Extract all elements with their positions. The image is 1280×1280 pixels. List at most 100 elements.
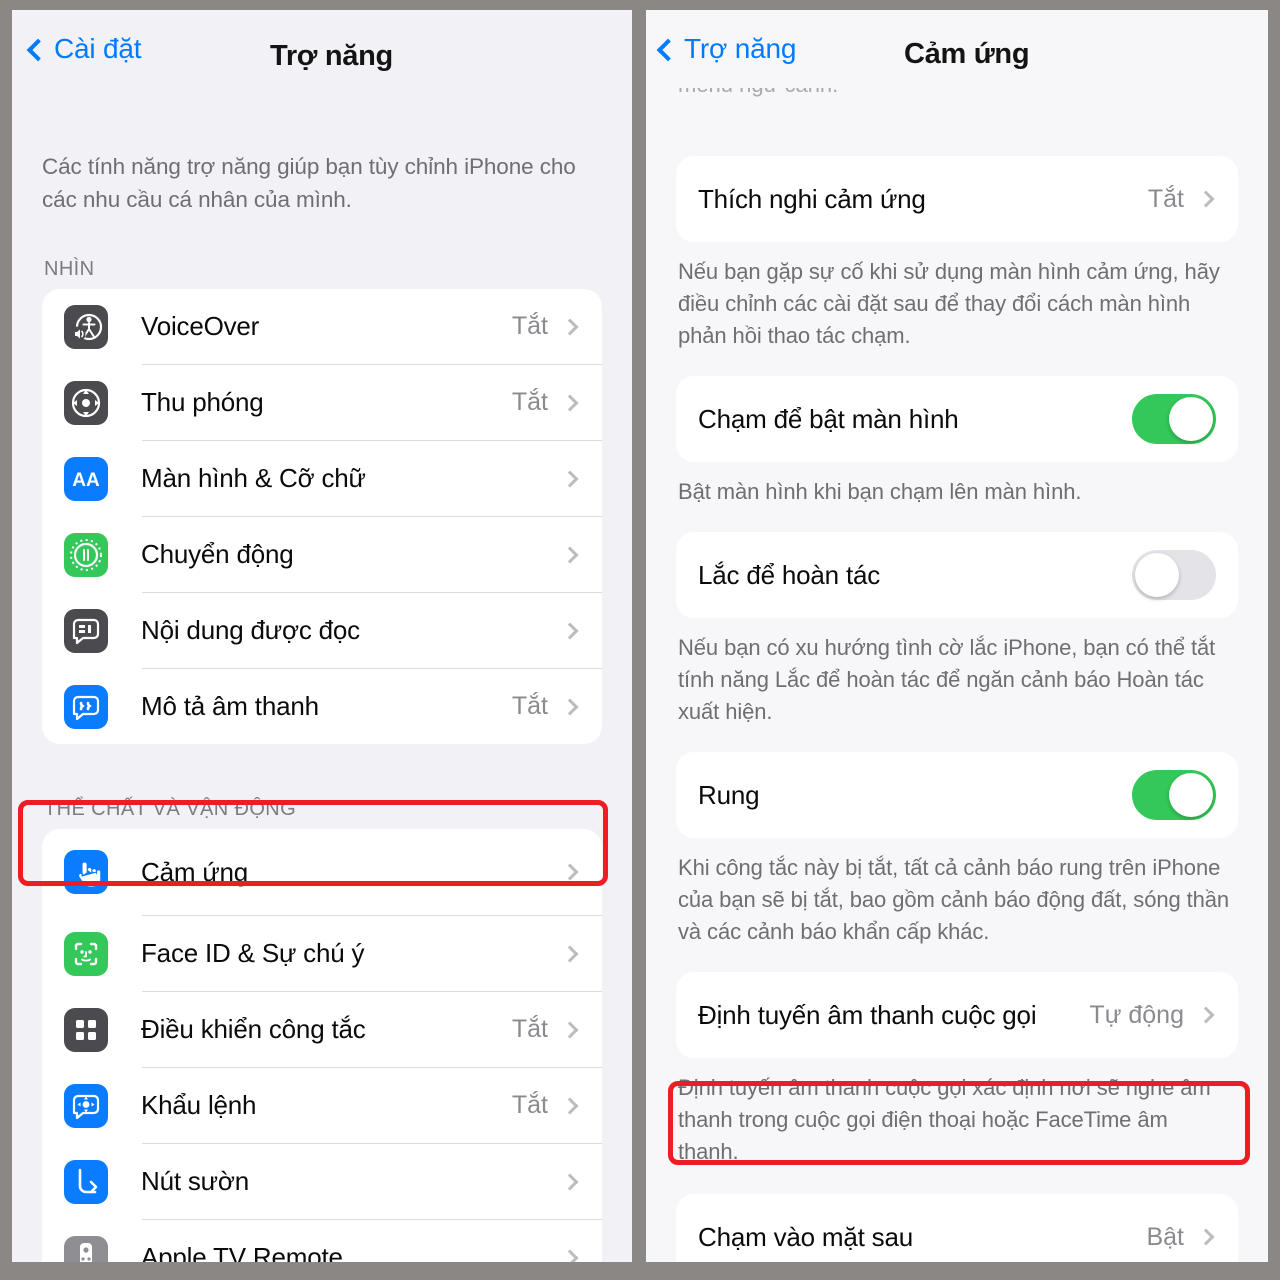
row-cham-de-bat-man-hinh[interactable]: Chạm để bật màn hình xyxy=(676,376,1238,462)
left-scroll-area[interactable]: Các tính năng trợ năng giúp bạn tùy chỉn… xyxy=(12,88,632,1262)
chevron-right-icon xyxy=(561,318,579,335)
chevron-right-icon xyxy=(561,1097,579,1114)
row-value: Tắt xyxy=(511,692,548,720)
toggle-knob xyxy=(1169,397,1213,441)
section-header-vision: NHÌN xyxy=(44,258,95,280)
sidebar-item-label: Chuyển động xyxy=(141,539,294,569)
right-navbar: Trợ năng Cảm ứng xyxy=(646,10,1268,88)
toggle-rung[interactable] xyxy=(1132,770,1216,820)
right-scroll-area[interactable]: menu ngữ cảnh. Thích nghi cảm ứng Tắt Nế… xyxy=(646,88,1268,1262)
back-button-label: Trợ năng xyxy=(684,33,797,64)
row-rung[interactable]: Rung xyxy=(676,752,1238,838)
accessibility-settings-panel: Cài đặt Trợ năng Các tính năng trợ năng … xyxy=(12,10,632,1262)
footnote-rung: Khi công tắc này bị tắt, tất cả cảnh báo… xyxy=(678,855,1230,944)
sidebar-item-side-button[interactable]: Nút sườn xyxy=(42,1144,602,1219)
assistive-touch-card: Thích nghi cảm ứng Tắt xyxy=(676,156,1238,242)
chevron-left-icon xyxy=(26,38,50,61)
vision-settings-card: VoiceOver Tắt Thu phóng Tắt AA Màn hình … xyxy=(42,289,602,744)
sidebar-item-spoken-content[interactable]: Nội dung được đọc xyxy=(42,593,602,668)
voiceover-icon xyxy=(64,304,108,349)
chevron-right-icon xyxy=(1197,1006,1215,1024)
spoken-content-icon xyxy=(64,608,108,653)
back-button-settings[interactable]: Cài đặt xyxy=(26,33,142,65)
row-value: Tắt xyxy=(511,1091,548,1119)
row-thich-nghi-cam-ung[interactable]: Thích nghi cảm ứng Tắt xyxy=(676,156,1238,242)
row-lac-de-hoan-tac[interactable]: Lắc để hoàn tác xyxy=(676,532,1238,618)
motion-icon xyxy=(64,532,108,577)
row-value: Tắt xyxy=(511,388,548,416)
footnote-dinh-tuyen-am-thanh: Định tuyến âm thanh cuộc gọi xác định nơ… xyxy=(678,1075,1211,1164)
chevron-right-icon xyxy=(1197,1228,1215,1246)
physical-motor-settings-card: Cảm ứng Face ID & Sự chú ý Điều khiển cô… xyxy=(42,829,602,1262)
touch-settings-panel: Trợ năng Cảm ứng menu ngữ cảnh. Thích ng… xyxy=(646,10,1268,1262)
chevron-right-icon xyxy=(561,470,579,487)
screenshot-stage: Cài đặt Trợ năng Các tính năng trợ năng … xyxy=(0,0,1280,1280)
accessibility-intro-text: Các tính năng trợ năng giúp bạn tùy chỉn… xyxy=(42,154,576,212)
chevron-right-icon xyxy=(561,1021,579,1038)
row-label: Rung xyxy=(698,779,760,810)
sidebar-item-voiceover[interactable]: VoiceOver Tắt xyxy=(42,289,602,364)
apple-tv-remote-icon xyxy=(64,1235,108,1262)
row-value: Tắt xyxy=(1147,184,1184,213)
audio-description-icon xyxy=(64,684,108,729)
sidebar-item-audio-description[interactable]: Mô tả âm thanh Tắt xyxy=(42,669,602,744)
back-button-accessibility[interactable]: Trợ năng xyxy=(656,33,797,65)
svg-text:AA: AA xyxy=(72,470,100,491)
row-label: Định tuyến âm thanh cuộc gọi xyxy=(698,999,1037,1030)
chevron-left-icon xyxy=(656,38,680,61)
page-title: Trợ năng xyxy=(270,40,393,72)
row-cham-vao-mat-sau[interactable]: Chạm vào mặt sau Bật xyxy=(676,1194,1238,1262)
sidebar-item-label: Apple TV Remote xyxy=(141,1242,343,1262)
chevron-right-icon xyxy=(561,1249,579,1262)
sidebar-item-label: Face ID & Sự chú ý xyxy=(141,938,365,968)
left-navbar: Cài đặt Trợ năng xyxy=(12,10,632,88)
sidebar-item-label: Cảm ứng xyxy=(141,856,249,887)
shake-to-undo-card: Lắc để hoàn tác xyxy=(676,532,1238,618)
footnote-thich-nghi-cam-ung: Nếu bạn gặp sự cố khi sử dụng màn hình c… xyxy=(678,259,1220,348)
sidebar-item-switch-control[interactable]: Điều khiển công tắc Tắt xyxy=(42,992,602,1067)
touch-icon xyxy=(64,850,108,894)
sidebar-item-apple-tv-remote[interactable]: Apple TV Remote xyxy=(42,1220,602,1262)
toggle-knob xyxy=(1169,773,1213,817)
sidebar-item-zoom[interactable]: Thu phóng Tắt xyxy=(42,365,602,440)
toggle-knob xyxy=(1135,553,1179,597)
chevron-right-icon xyxy=(561,863,579,881)
display-text-size-icon: AA xyxy=(64,456,108,501)
side-button-icon xyxy=(64,1159,108,1204)
row-label: Thích nghi cảm ứng xyxy=(698,183,926,214)
chevron-right-icon xyxy=(561,622,579,639)
chevron-right-icon xyxy=(561,945,579,962)
zoom-icon xyxy=(64,380,108,425)
row-value: Tự động xyxy=(1089,1000,1184,1029)
footnote-cham-de-bat-man-hinh: Bật màn hình khi bạn chạm lên màn hình. xyxy=(678,479,1082,504)
chevron-right-icon xyxy=(1197,190,1215,208)
sidebar-item-label: Nút sườn xyxy=(141,1166,249,1196)
face-id-icon xyxy=(64,931,108,976)
section-header-physical-motor: THỂ CHẤT VÀ VẬN ĐỘNG xyxy=(44,798,297,820)
sidebar-item-face-id[interactable]: Face ID & Sự chú ý xyxy=(42,916,602,991)
sidebar-item-display-text-size[interactable]: AA Màn hình & Cỡ chữ xyxy=(42,441,602,516)
row-label: Chạm vào mặt sau xyxy=(698,1221,914,1252)
sidebar-item-touch[interactable]: Cảm ứng xyxy=(42,829,602,915)
sidebar-item-motion[interactable]: Chuyển động xyxy=(42,517,602,592)
chevron-right-icon xyxy=(561,546,579,563)
back-tap-card: Chạm vào mặt sau Bật xyxy=(676,1194,1238,1262)
sidebar-item-label: Thu phóng xyxy=(141,387,264,417)
sidebar-item-label: Nội dung được đọc xyxy=(141,615,360,645)
row-dinh-tuyen-am-thanh[interactable]: Định tuyến âm thanh cuộc gọi Tự động xyxy=(676,972,1238,1058)
page-title: Cảm ứng xyxy=(904,38,1030,70)
chevron-right-icon xyxy=(561,1173,579,1190)
toggle-lac-de-hoan-tac[interactable] xyxy=(1132,550,1216,600)
footnote-lac-de-hoan-tac: Nếu bạn có xu hướng tình cờ lắc iPhone, … xyxy=(678,635,1216,724)
row-label: Lắc để hoàn tác xyxy=(698,559,881,590)
call-audio-routing-card: Định tuyến âm thanh cuộc gọi Tự động xyxy=(676,972,1238,1058)
row-value: Bật xyxy=(1146,1222,1184,1251)
toggle-cham-de-bat-man-hinh[interactable] xyxy=(1132,394,1216,444)
clipped-footnote-text: menu ngữ cảnh. xyxy=(678,88,838,98)
chevron-right-icon xyxy=(561,394,579,411)
back-button-label: Cài đặt xyxy=(54,33,142,64)
vibration-card: Rung xyxy=(676,752,1238,838)
tap-to-wake-card: Chạm để bật màn hình xyxy=(676,376,1238,462)
row-label: Chạm để bật màn hình xyxy=(698,403,959,434)
sidebar-item-voice-control[interactable]: Khẩu lệnh Tắt xyxy=(42,1068,602,1143)
